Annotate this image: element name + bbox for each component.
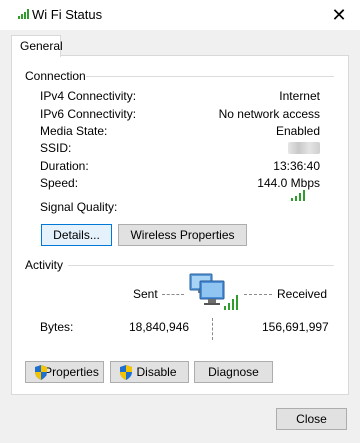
received-activity-line (244, 294, 272, 296)
ipv6-label: IPv6 Connectivity: (40, 107, 137, 121)
duration-label: Duration: (40, 159, 89, 173)
ipv4-value: Internet (279, 89, 320, 103)
connection-section-label: Connection (25, 69, 86, 83)
wireless-properties-button[interactable]: Wireless Properties (118, 224, 247, 246)
media-state-label: Media State: (40, 124, 108, 138)
wifi-signal-icon (18, 9, 29, 19)
activity-connector-line (212, 318, 214, 340)
window-close-icon[interactable]: ✕ (328, 4, 350, 26)
details-button-label: Details... (53, 228, 100, 242)
bytes-label: Bytes: (40, 320, 74, 334)
tab-general[interactable]: General (11, 35, 63, 57)
diagnose-button-label: Diagnose (208, 365, 259, 379)
network-activity-icon (189, 273, 238, 310)
diagnose-button[interactable]: Diagnose (194, 361, 273, 383)
speed-value: 144.0 Mbps (257, 176, 320, 190)
received-label: Received (277, 287, 328, 301)
duration-value: 13:36:40 (273, 159, 320, 173)
ipv4-label: IPv4 Connectivity: (40, 89, 137, 103)
bytes-received-value: 156,691,997 (262, 320, 329, 334)
sent-activity-line (162, 294, 184, 296)
tab-general-label: General (20, 39, 63, 53)
activity-divider (68, 265, 334, 266)
signal-quality-icon (291, 190, 305, 201)
properties-button[interactable]: Properties (25, 361, 104, 383)
signal-quality-label: Signal Quality: (40, 200, 118, 214)
speed-label: Speed: (40, 176, 79, 190)
bytes-sent-value: 18,840,946 (129, 320, 190, 334)
close-button[interactable]: Close (276, 408, 347, 430)
uac-shield-icon (120, 365, 132, 380)
activity-section-label: Activity (25, 258, 64, 272)
ssid-value-redacted (288, 142, 320, 154)
disable-button[interactable]: Disable (110, 361, 189, 383)
wireless-properties-button-label: Wireless Properties (130, 228, 235, 242)
close-button-label: Close (296, 412, 327, 426)
title-bar: Wi Fi Status ✕ (0, 0, 360, 30)
uac-shield-icon (35, 365, 47, 380)
ipv6-value: No network access (218, 107, 320, 121)
ssid-label: SSID: (40, 141, 72, 155)
connection-divider (86, 76, 334, 77)
media-state-value: Enabled (275, 124, 320, 138)
sent-label: Sent (133, 287, 158, 301)
window-title: Wi Fi Status (32, 7, 103, 22)
details-button[interactable]: Details... (41, 224, 112, 246)
